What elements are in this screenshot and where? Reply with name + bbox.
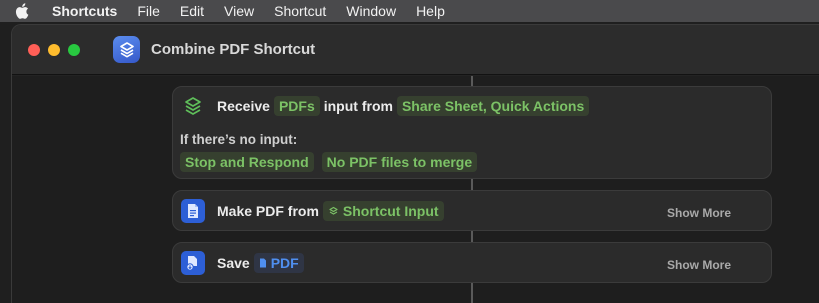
no-input-row: Stop and Respond No PDF files to merge [176,152,481,172]
input-type-token[interactable]: PDFs [273,96,320,116]
menu-view[interactable]: View [214,0,264,22]
menu-edit[interactable]: Edit [170,0,214,22]
menu-bar: Shortcuts File Edit View Shortcut Window… [0,0,819,22]
window-title: Combine PDF Shortcut [151,41,316,58]
make-pdf-row: Make PDF from Shortcut Input [181,199,448,223]
zoom-window-button[interactable] [68,43,80,56]
no-input-behavior-token[interactable]: Stop and Respond [180,152,314,172]
make-pdf-show-more-button[interactable]: Show More [667,206,731,220]
receive-label: Receive [217,98,270,114]
save-action-card[interactable]: Save PDF Show More [172,242,772,283]
close-window-button[interactable] [28,43,40,56]
pdf-token-icon [259,258,266,268]
title-bar: Combine PDF Shortcut [12,25,819,75]
window-controls [28,43,80,56]
flow-connector [471,76,473,86]
save-row: Save PDF [181,251,308,275]
shortcut-canvas: Receive PDFs input from Share Sheet, Qui… [12,76,819,303]
make-pdf-label: Make PDF from [217,203,319,219]
menu-window[interactable]: Window [336,0,406,22]
shortcuts-app-icon [113,36,140,63]
shortcut-input-token-label: Shortcut Input [342,203,439,219]
shortcut-input-token-icon [329,206,338,215]
apple-menu-icon[interactable] [0,3,44,19]
menu-app-name[interactable]: Shortcuts [44,0,127,22]
menu-shortcut[interactable]: Shortcut [264,0,336,22]
no-input-message-token[interactable]: No PDF files to merge [321,152,478,172]
save-label: Save [217,255,250,271]
receive-action-card[interactable]: Receive PDFs input from Share Sheet, Qui… [172,86,772,179]
document-icon [181,199,205,223]
menu-file[interactable]: File [127,0,170,22]
shortcut-editor-window: Combine PDF Shortcut Receive PDFs input … [11,24,819,303]
make-pdf-action-card[interactable]: Make PDF from Shortcut Input Show More [172,190,772,231]
shortcut-input-icon [181,94,205,118]
flow-connector [471,283,473,303]
shortcut-input-token[interactable]: Shortcut Input [322,201,444,221]
pdf-variable-token[interactable]: PDF [253,253,304,273]
save-file-icon [181,251,205,275]
minimize-window-button[interactable] [48,43,60,56]
no-input-heading: If there’s no input: [180,132,298,147]
save-show-more-button[interactable]: Show More [667,258,731,272]
pdf-variable-label: PDF [270,255,299,271]
receive-row: Receive PDFs input from Share Sheet, Qui… [181,94,593,118]
menu-help[interactable]: Help [406,0,455,22]
input-from-label: input from [323,98,393,114]
flow-connector [471,231,473,242]
flow-connector [471,179,473,190]
input-source-token[interactable]: Share Sheet, Quick Actions [396,96,590,116]
